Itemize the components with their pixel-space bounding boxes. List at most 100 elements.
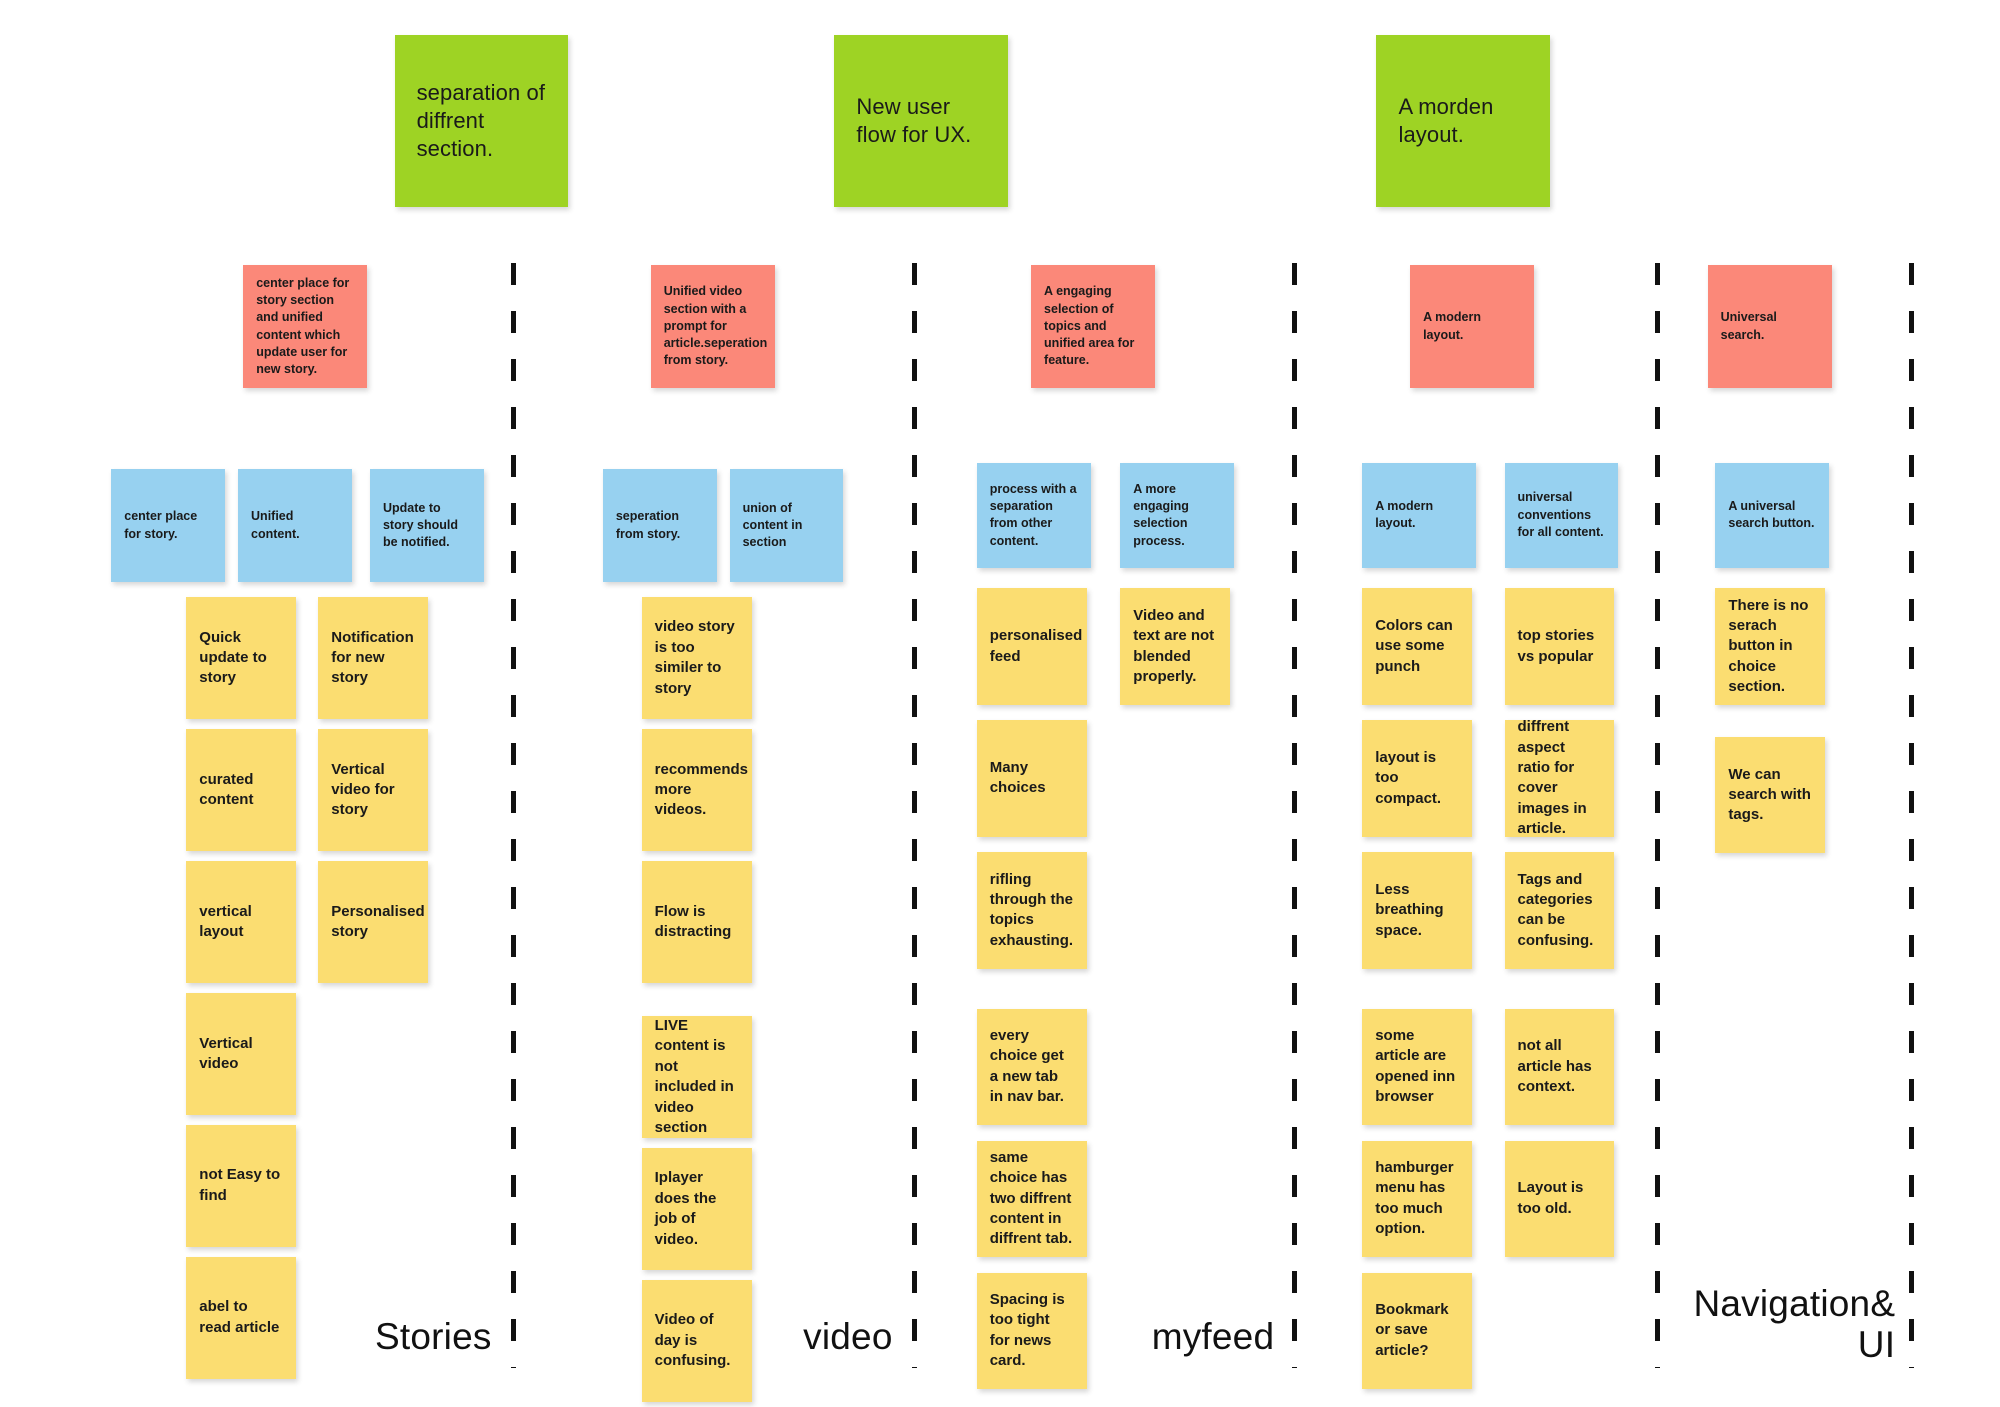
sticky-note-text: A more engaging selection process.	[1133, 481, 1189, 548]
sticky-note-yellow[interactable]: rifling through the topics exhausting.	[976, 852, 1087, 969]
sticky-note-red[interactable]: Universal search.	[1707, 265, 1832, 388]
sticky-note-blue[interactable]: A modern layout.	[1362, 462, 1477, 568]
sticky-note-text: top stories vs popular	[1517, 627, 1595, 665]
sticky-note-text: Tags and categories can be confusing.	[1517, 870, 1594, 949]
sticky-note-yellow[interactable]: abel to read article	[186, 1256, 297, 1379]
divider-navigation	[1909, 262, 1915, 1369]
sticky-note-blue[interactable]: center place for story.	[111, 469, 226, 582]
sticky-note-yellow[interactable]: not all article has context.	[1504, 1008, 1615, 1126]
sticky-note-red[interactable]: center place for story section and unifi…	[243, 265, 368, 388]
sticky-note-yellow[interactable]: curated content	[186, 729, 297, 851]
sticky-note-blue[interactable]: seperation from story.	[602, 469, 717, 582]
sticky-note-text: Personalised story	[331, 902, 425, 941]
sticky-note-yellow[interactable]: Personalised story	[318, 861, 429, 983]
sticky-note-yellow[interactable]: Less breathing space.	[1362, 852, 1473, 969]
sticky-note-text: Universal search.	[1720, 310, 1777, 342]
sticky-note-text: not all article has context.	[1517, 1037, 1592, 1096]
caption-stories: Stories	[375, 1316, 492, 1358]
sticky-note-text: process with a separation from other con…	[989, 481, 1077, 548]
sticky-note-yellow[interactable]: layout is too compact.	[1362, 720, 1473, 837]
sticky-note-red[interactable]: A engaging selection of topics and unifi…	[1031, 265, 1156, 388]
sticky-note-text: recommends more videos.	[654, 760, 749, 819]
sticky-note-yellow[interactable]: Layout is too old.	[1504, 1140, 1615, 1257]
sticky-note-text: every choice get a new tab in nav bar.	[989, 1027, 1064, 1106]
sticky-note-text: Unified content.	[251, 509, 300, 541]
sticky-note-yellow[interactable]: top stories vs popular	[1504, 588, 1615, 705]
sticky-note-red[interactable]: A modern layout.	[1410, 265, 1535, 388]
sticky-note-text: center place for story.	[124, 509, 198, 541]
sticky-note-yellow[interactable]: vertical layout	[186, 861, 297, 983]
sticky-note-yellow[interactable]: diffrent aspect ratio for cover images i…	[1504, 720, 1615, 837]
sticky-note-text: not Easy to find	[199, 1166, 281, 1204]
sticky-note-yellow[interactable]: Bookmark or save article?	[1362, 1272, 1473, 1389]
sticky-note-yellow[interactable]: Tags and categories can be confusing.	[1504, 852, 1615, 969]
divider-stories	[510, 262, 516, 1369]
sticky-note-text: same choice has two diffrent content in …	[989, 1148, 1073, 1248]
sticky-note-yellow[interactable]: Quick update to story	[186, 597, 297, 719]
sticky-note-text: hamburger menu has too much option.	[1375, 1159, 1454, 1238]
sticky-note-text: Spacing is too tight for news card.	[989, 1290, 1065, 1370]
caption-navigation-ui: Navigation& UI	[1693, 1282, 1896, 1366]
sticky-note-yellow[interactable]: Video and text are not blended properly.	[1120, 588, 1231, 705]
sticky-note-text: separation of diffrent section.	[416, 79, 546, 161]
sticky-note-red[interactable]: Unified video section with a prompt for …	[650, 265, 775, 388]
sticky-note-yellow[interactable]: We can search with tags.	[1715, 737, 1826, 854]
affinity-diagram-board: separation of diffrent section. New user …	[0, 0, 2000, 1407]
divider-myfeed	[1292, 262, 1298, 1369]
sticky-note-text: personalised feed	[989, 627, 1083, 665]
sticky-note-blue[interactable]: A universal search button.	[1715, 462, 1830, 568]
sticky-note-text: Vertical video	[199, 1034, 253, 1072]
sticky-note-text: union of content in section	[742, 500, 803, 550]
sticky-note-text: abel to read article	[199, 1298, 280, 1336]
sticky-note-yellow[interactable]: some article are opened inn browser	[1362, 1008, 1473, 1126]
sticky-note-yellow[interactable]: recommends more videos.	[641, 729, 752, 851]
divider-layout	[1654, 262, 1660, 1369]
sticky-note-text: layout is too compact.	[1375, 748, 1442, 807]
sticky-note-yellow[interactable]: Many choices	[976, 720, 1087, 837]
sticky-note-green[interactable]: New user flow for UX.	[834, 34, 1008, 207]
sticky-note-text: Notification for new story	[331, 628, 414, 687]
sticky-note-blue[interactable]: Unified content.	[238, 469, 352, 582]
sticky-note-green[interactable]: separation of diffrent section.	[394, 34, 568, 207]
sticky-note-text: A engaging selection of topics and unifi…	[1044, 284, 1135, 368]
sticky-note-yellow[interactable]: same choice has two diffrent content in …	[976, 1140, 1087, 1257]
sticky-note-text: seperation from story.	[615, 509, 681, 541]
sticky-note-yellow[interactable]: Notification for new story	[318, 597, 429, 719]
sticky-note-green[interactable]: A morden layout.	[1376, 34, 1550, 207]
sticky-note-text: A modern layout.	[1375, 499, 1434, 531]
sticky-note-yellow[interactable]: There is no serach button in choice sect…	[1715, 588, 1826, 705]
sticky-note-yellow[interactable]: personalised feed	[976, 588, 1087, 705]
sticky-note-text: A modern layout.	[1423, 310, 1481, 342]
sticky-note-text: Colors can use some punch	[1375, 616, 1453, 675]
sticky-note-text: universal conventions for all content.	[1517, 490, 1604, 539]
sticky-note-yellow[interactable]: Vertical video	[186, 993, 297, 1115]
sticky-note-text: A morden layout.	[1398, 93, 1494, 147]
sticky-note-yellow[interactable]: hamburger menu has too much option.	[1362, 1140, 1473, 1257]
sticky-note-yellow[interactable]: Vertical video for story	[318, 729, 429, 851]
sticky-note-yellow[interactable]: Iplayer does the job of video.	[641, 1148, 752, 1270]
sticky-note-text: Video and text are not blended properly.	[1133, 606, 1215, 685]
sticky-note-text: Layout is too old.	[1517, 1179, 1584, 1217]
sticky-note-text: Flow is distracting	[654, 902, 732, 941]
sticky-note-text: Many choices	[989, 759, 1046, 797]
sticky-note-text: Unified video section with a prompt for …	[663, 284, 768, 368]
sticky-note-yellow[interactable]: Colors can use some punch	[1362, 588, 1473, 705]
sticky-note-blue[interactable]: Update to story should be notified.	[369, 469, 484, 582]
sticky-note-text: some article are opened inn browser	[1375, 1027, 1456, 1106]
sticky-note-text: center place for story section and unifi…	[256, 275, 350, 377]
sticky-note-text: Quick update to story	[199, 628, 267, 687]
sticky-note-yellow[interactable]: video story is too similer to story	[641, 597, 752, 719]
sticky-note-yellow[interactable]: every choice get a new tab in nav bar.	[976, 1008, 1087, 1126]
caption-myfeed: myfeed	[1151, 1316, 1275, 1358]
sticky-note-text: There is no serach button in choice sect…	[1728, 596, 1809, 696]
sticky-note-text: A universal search button.	[1728, 499, 1815, 531]
sticky-note-yellow[interactable]: Flow is distracting	[641, 861, 752, 983]
sticky-note-blue[interactable]: universal conventions for all content.	[1504, 462, 1619, 568]
sticky-note-blue[interactable]: process with a separation from other con…	[976, 462, 1091, 568]
sticky-note-yellow[interactable]: Spacing is too tight for news card.	[976, 1272, 1087, 1389]
sticky-note-blue[interactable]: A more engaging selection process.	[1120, 462, 1235, 568]
sticky-note-text: We can search with tags.	[1728, 765, 1811, 824]
sticky-note-yellow[interactable]: not Easy to find	[186, 1125, 297, 1247]
sticky-note-yellow[interactable]: LIVE content is not included in video se…	[641, 1016, 752, 1138]
sticky-note-blue[interactable]: union of content in section	[729, 469, 844, 582]
